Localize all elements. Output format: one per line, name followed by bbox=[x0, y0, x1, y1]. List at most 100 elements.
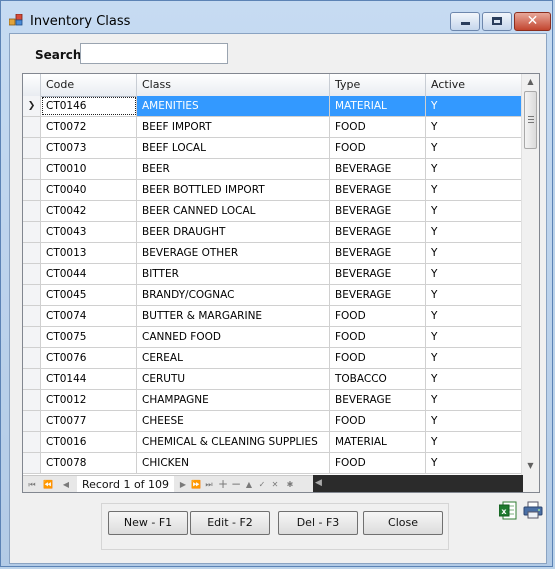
cell-class[interactable]: CHEMICAL & CLEANING SUPPLIES bbox=[137, 432, 330, 452]
cell-active[interactable]: Y bbox=[426, 411, 523, 431]
row-selector[interactable] bbox=[23, 264, 41, 284]
cell-type[interactable]: FOOD bbox=[330, 411, 426, 431]
row-selector[interactable] bbox=[23, 369, 41, 389]
cell-active[interactable]: Y bbox=[426, 96, 523, 116]
row-selector[interactable] bbox=[23, 243, 41, 263]
cell-active[interactable]: Y bbox=[426, 180, 523, 200]
row-selector[interactable] bbox=[23, 285, 41, 305]
cell-code[interactable]: CT0072 bbox=[41, 117, 137, 137]
cell-code[interactable]: CT0078 bbox=[41, 453, 137, 473]
table-row[interactable]: CT0073 BEEF LOCAL FOOD Y bbox=[23, 138, 523, 159]
cell-class[interactable]: BEVERAGE OTHER bbox=[137, 243, 330, 263]
cell-code[interactable]: CT0075 bbox=[41, 327, 137, 347]
cell-active[interactable]: Y bbox=[426, 201, 523, 221]
cell-class[interactable]: BEER CANNED LOCAL bbox=[137, 201, 330, 221]
cell-active[interactable]: Y bbox=[426, 222, 523, 242]
row-selector[interactable]: ❯ bbox=[23, 96, 41, 116]
first-record-icon[interactable]: ⏮ bbox=[25, 476, 39, 492]
scroll-down-icon[interactable]: ▼ bbox=[522, 458, 539, 474]
new-button[interactable]: New - F1 bbox=[108, 511, 188, 535]
table-row[interactable]: CT0144 CERUTU TOBACCO Y bbox=[23, 369, 523, 390]
scroll-thumb[interactable] bbox=[524, 91, 537, 149]
row-selector[interactable] bbox=[23, 222, 41, 242]
table-row[interactable]: CT0045 BRANDY/COGNAC BEVERAGE Y bbox=[23, 285, 523, 306]
cell-class[interactable]: CEREAL bbox=[137, 348, 330, 368]
cell-active[interactable]: Y bbox=[426, 453, 523, 473]
cell-type[interactable]: BEVERAGE bbox=[330, 222, 426, 242]
cell-class[interactable]: BUTTER & MARGARINE bbox=[137, 306, 330, 326]
scroll-up-icon[interactable]: ▲ bbox=[522, 74, 539, 90]
cell-active[interactable]: Y bbox=[426, 390, 523, 410]
cell-type[interactable]: FOOD bbox=[330, 453, 426, 473]
cell-type[interactable]: FOOD bbox=[330, 348, 426, 368]
row-selector[interactable] bbox=[23, 432, 41, 452]
cell-active[interactable]: Y bbox=[426, 159, 523, 179]
canceledit-icon[interactable]: ✕ bbox=[269, 476, 281, 492]
table-row[interactable]: CT0010 BEER BEVERAGE Y bbox=[23, 159, 523, 180]
cell-active[interactable]: Y bbox=[426, 348, 523, 368]
cell-class[interactable]: BITTER bbox=[137, 264, 330, 284]
table-row[interactable]: CT0075 CANNED FOOD FOOD Y bbox=[23, 327, 523, 348]
edit-icon[interactable]: ▲ bbox=[243, 476, 255, 492]
cell-class[interactable]: BEER BOTTLED IMPORT bbox=[137, 180, 330, 200]
cell-type[interactable]: MATERIAL bbox=[330, 432, 426, 452]
column-header-code[interactable]: Code bbox=[41, 74, 137, 96]
excel-icon[interactable]: x bbox=[499, 501, 517, 520]
scroll-left-icon[interactable]: ◀ bbox=[315, 475, 322, 492]
cell-code[interactable]: CT0044 bbox=[41, 264, 137, 284]
table-row[interactable]: CT0078 CHICKEN FOOD Y bbox=[23, 453, 523, 474]
inventory-class-grid[interactable]: Code Class Type Active ❯ CT0146 AMENITIES M… bbox=[22, 73, 540, 493]
cell-type[interactable]: TOBACCO bbox=[330, 369, 426, 389]
cell-active[interactable]: Y bbox=[426, 285, 523, 305]
table-row[interactable]: CT0012 CHAMPAGNE BEVERAGE Y bbox=[23, 390, 523, 411]
cell-type[interactable]: BEVERAGE bbox=[330, 285, 426, 305]
table-row[interactable]: CT0044 BITTER BEVERAGE Y bbox=[23, 264, 523, 285]
filter-icon[interactable]: ✱ bbox=[283, 476, 297, 492]
cell-code[interactable]: CT0040 bbox=[41, 180, 137, 200]
row-selector[interactable] bbox=[23, 348, 41, 368]
cell-class[interactable]: CHEESE bbox=[137, 411, 330, 431]
cell-active[interactable]: Y bbox=[426, 117, 523, 137]
table-row[interactable]: CT0016 CHEMICAL & CLEANING SUPPLIES MATERI… bbox=[23, 432, 523, 453]
cell-type[interactable]: FOOD bbox=[330, 327, 426, 347]
cell-class[interactable]: AMENITIES bbox=[137, 96, 330, 116]
horizontal-scrollbar[interactable]: ◀ bbox=[313, 475, 523, 492]
row-selector[interactable] bbox=[23, 159, 41, 179]
cell-code[interactable]: CT0144 bbox=[41, 369, 137, 389]
cell-code[interactable]: CT0077 bbox=[41, 411, 137, 431]
row-selector[interactable] bbox=[23, 453, 41, 473]
cell-type[interactable]: BEVERAGE bbox=[330, 264, 426, 284]
next-page-icon[interactable]: ⏩ bbox=[190, 476, 202, 492]
search-input[interactable] bbox=[80, 43, 228, 64]
cell-code[interactable]: CT0045 bbox=[41, 285, 137, 305]
cell-class[interactable]: CANNED FOOD bbox=[137, 327, 330, 347]
cell-active[interactable]: Y bbox=[426, 432, 523, 452]
delete-button[interactable]: Del - F3 bbox=[278, 511, 358, 535]
cell-class[interactable]: CHAMPAGNE bbox=[137, 390, 330, 410]
cell-code[interactable]: CT0012 bbox=[41, 390, 137, 410]
row-selector[interactable] bbox=[23, 138, 41, 158]
cell-active[interactable]: Y bbox=[426, 243, 523, 263]
previous-page-icon[interactable]: ⏪ bbox=[41, 476, 55, 492]
cell-active[interactable]: Y bbox=[426, 138, 523, 158]
table-row[interactable]: CT0076 CEREAL FOOD Y bbox=[23, 348, 523, 369]
cell-code[interactable]: CT0146 bbox=[41, 96, 137, 116]
cell-code[interactable]: CT0010 bbox=[41, 159, 137, 179]
cell-type[interactable]: BEVERAGE bbox=[330, 159, 426, 179]
last-record-icon[interactable]: ⏭ bbox=[203, 476, 215, 492]
close-button[interactable]: Close bbox=[363, 511, 443, 535]
row-selector[interactable] bbox=[23, 327, 41, 347]
column-header-class[interactable]: Class bbox=[137, 74, 330, 96]
edit-button[interactable]: Edit - F2 bbox=[190, 511, 270, 535]
cell-type[interactable]: FOOD bbox=[330, 138, 426, 158]
print-icon[interactable] bbox=[523, 501, 543, 519]
table-row[interactable]: ❯ CT0146 AMENITIES MATERIAL Y bbox=[23, 96, 523, 117]
cell-class[interactable]: BEEF IMPORT bbox=[137, 117, 330, 137]
cell-active[interactable]: Y bbox=[426, 369, 523, 389]
column-header-type[interactable]: Type bbox=[330, 74, 426, 96]
cell-type[interactable]: FOOD bbox=[330, 306, 426, 326]
cell-code[interactable]: CT0043 bbox=[41, 222, 137, 242]
cell-type[interactable]: BEVERAGE bbox=[330, 390, 426, 410]
cell-class[interactable]: CHICKEN bbox=[137, 453, 330, 473]
table-row[interactable]: CT0043 BEER DRAUGHT BEVERAGE Y bbox=[23, 222, 523, 243]
